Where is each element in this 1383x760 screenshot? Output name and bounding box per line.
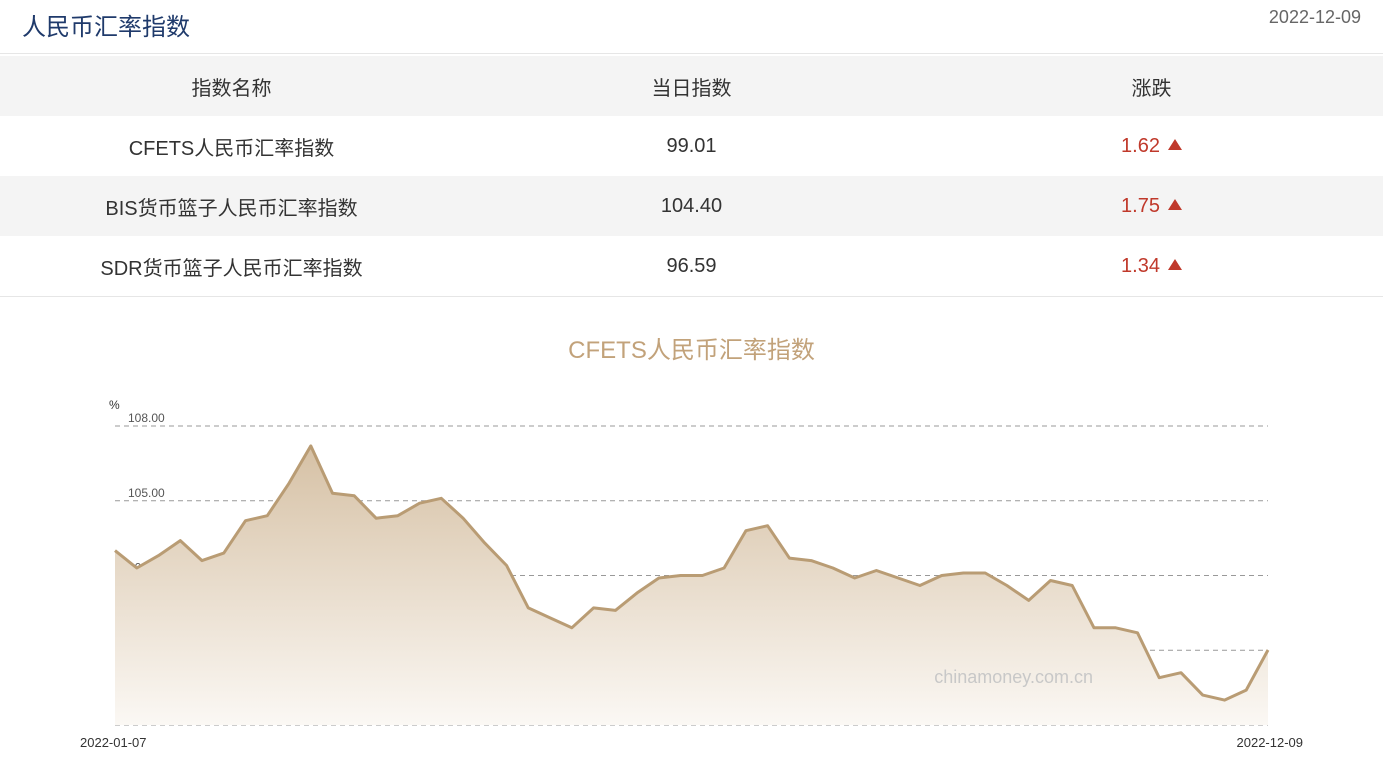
index-value: 104.40 xyxy=(660,194,723,217)
index-table: 指数名称 当日指数 涨跌 CFETS人民币汇率指数 99.01 1.62 BIS… xyxy=(0,56,1383,297)
table-row[interactable]: SDR货币篮子人民币汇率指数 96.59 1.34 xyxy=(0,236,1383,296)
change-value: 1.62 xyxy=(1121,134,1160,157)
index-value: 99.01 xyxy=(666,134,717,157)
page-title: 人民币汇率指数 xyxy=(22,14,190,41)
table-header-row: 指数名称 当日指数 涨跌 xyxy=(0,56,1383,116)
change-value: 1.34 xyxy=(1121,254,1160,277)
cfets-area-chart[interactable]: 108.00105.00102.0099.0096.00 % chinamone… xyxy=(0,300,1383,755)
y-tick-label: 108.00 xyxy=(128,411,165,425)
table-row[interactable]: CFETS人民币汇率指数 99.01 1.62 xyxy=(0,116,1383,176)
column-header-change: 涨跌 xyxy=(1131,77,1172,100)
index-value: 96.59 xyxy=(666,254,717,277)
change-value: 1.75 xyxy=(1121,194,1160,217)
x-axis-end-label: 2022-12-09 xyxy=(1237,735,1304,750)
column-header-name: 指数名称 xyxy=(191,77,272,100)
index-change: 1.62 xyxy=(920,135,1383,158)
index-name[interactable]: CFETS人民币汇率指数 xyxy=(0,132,463,161)
page-date: 2022-12-09 xyxy=(1268,7,1361,27)
page-header: 人民币汇率指数 2022-12-09 xyxy=(0,0,1383,54)
up-triangle-icon xyxy=(1167,198,1182,210)
up-triangle-icon xyxy=(1167,258,1182,270)
index-name[interactable]: BIS货币篮子人民币汇率指数 xyxy=(0,192,463,221)
index-change: 1.75 xyxy=(920,195,1383,218)
up-triangle-icon xyxy=(1167,138,1182,150)
area-fill xyxy=(115,445,1268,725)
y-axis-unit: % xyxy=(109,398,120,412)
x-axis-start-label: 2022-01-07 xyxy=(80,735,147,750)
y-tick-label: 105.00 xyxy=(128,486,165,500)
column-header-value: 当日指数 xyxy=(651,77,732,100)
index-name[interactable]: SDR货币篮子人民币汇率指数 xyxy=(0,252,463,281)
chart-section: CFETS人民币汇率指数 108.00105.00102.0099.0096.0… xyxy=(0,300,1383,755)
index-change: 1.34 xyxy=(920,255,1383,278)
watermark: chinamoney.com.cn xyxy=(934,667,1093,687)
table-row[interactable]: BIS货币篮子人民币汇率指数 104.40 1.75 xyxy=(0,176,1383,236)
chart-title: CFETS人民币汇率指数 xyxy=(568,337,815,364)
